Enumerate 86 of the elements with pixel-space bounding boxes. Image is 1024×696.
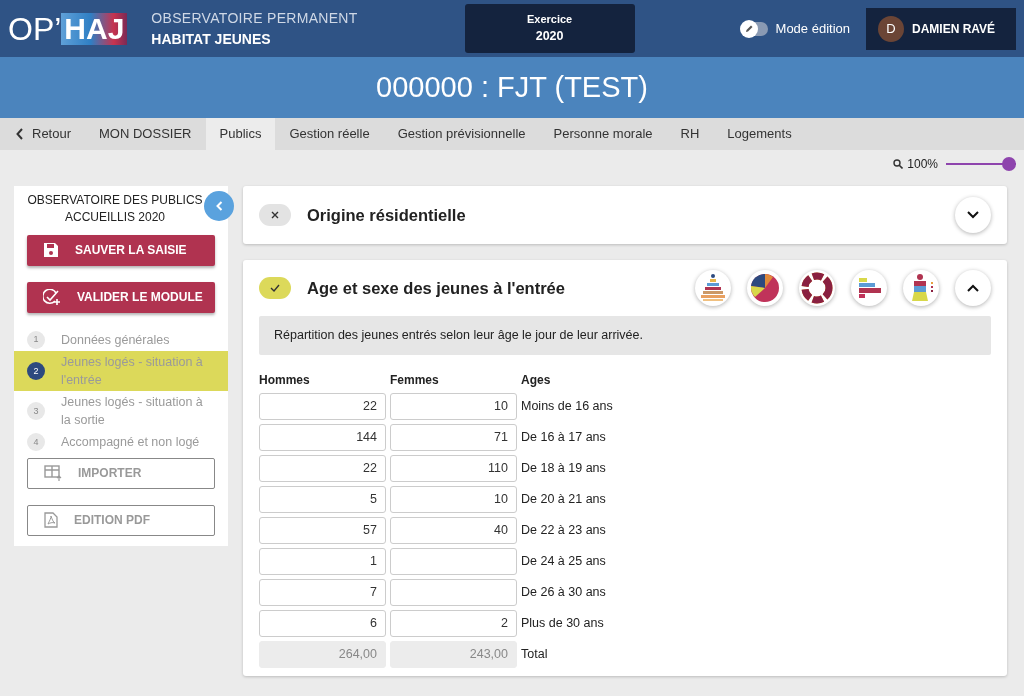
step-item[interactable]: 2 Jeunes logés - situation à l'entrée xyxy=(14,350,228,392)
page-title: 000000 : FJT (TEST) xyxy=(376,69,648,105)
check-icon xyxy=(270,284,280,292)
expand-button[interactable] xyxy=(955,270,991,306)
number-field[interactable]: 22 xyxy=(259,392,386,420)
number-field[interactable]: 71 xyxy=(390,423,517,451)
column-header: Ages xyxy=(521,371,552,389)
sidebar-title: OBSERVATOIRE DES PUBLICS ACCUEILLIS 2020 xyxy=(27,192,204,227)
step-label: Accompagné et non logé xyxy=(61,434,200,452)
nav-tab[interactable]: Publics xyxy=(205,118,276,150)
app-title: OBSERVATOIRE PERMANENT xyxy=(151,8,358,28)
edit-mode-label: Mode édition xyxy=(775,19,850,38)
age-label: De 26 à 30 ans xyxy=(521,583,606,601)
age-label: De 22 à 23 ans xyxy=(521,521,606,539)
step-number: 2 xyxy=(27,362,45,381)
close-icon xyxy=(271,211,279,219)
section-description: Répartition des jeunes entrés selon leur âge le jour de leur arrivée. xyxy=(259,316,991,355)
edit-mode-toggle[interactable] xyxy=(741,21,768,36)
number-field[interactable]: 22 xyxy=(259,454,386,482)
age-label: Moins de 16 ans xyxy=(521,397,613,415)
section-title: Age et sexe des jeunes à l'entrée xyxy=(307,277,566,299)
section-title: Origine résidentielle xyxy=(307,204,467,226)
number-field[interactable]: 57 xyxy=(259,516,386,544)
chevron-left-icon xyxy=(16,128,24,140)
table-import-icon xyxy=(44,465,62,482)
user-menu[interactable]: D DAMIEN RAVÉ xyxy=(866,7,1016,50)
number-field[interactable] xyxy=(390,547,517,575)
step-number: 4 xyxy=(27,433,45,452)
zoom-label: 100% xyxy=(907,156,938,173)
chevron-down-icon xyxy=(967,211,979,219)
age-label: De 24 à 25 ans xyxy=(521,552,606,570)
nav-tab[interactable]: Personne morale xyxy=(539,118,667,150)
number-field[interactable]: 10 xyxy=(390,485,517,513)
number-field[interactable]: 2 xyxy=(390,609,517,637)
chart-view-button[interactable] xyxy=(903,270,939,306)
nav-tab[interactable]: Gestion prévisionnelle xyxy=(383,118,540,150)
nav-tab[interactable]: MON DOSSIER xyxy=(85,118,206,150)
number-field[interactable]: 6 xyxy=(259,609,386,637)
exercise-year: 2020 xyxy=(535,28,564,46)
total-label: Total xyxy=(521,645,548,663)
validate-button[interactable]: VALIDER LE MODULE xyxy=(27,281,215,313)
number-field[interactable]: 1 xyxy=(259,547,386,575)
step-number: 3 xyxy=(27,402,45,421)
step-number: 1 xyxy=(27,330,45,349)
nav-tab[interactable]: Gestion réelle xyxy=(275,118,384,150)
number-field[interactable]: 10 xyxy=(390,392,517,420)
status-button[interactable] xyxy=(259,204,291,226)
column-header: Hommes xyxy=(259,371,311,389)
avatar: D xyxy=(878,15,904,42)
pdf-file-icon xyxy=(44,512,58,529)
number-field[interactable]: 7 xyxy=(259,578,386,606)
donut-chart-icon xyxy=(799,270,835,306)
nav-tab[interactable]: RH xyxy=(666,118,714,150)
number-field[interactable] xyxy=(390,578,517,606)
chevron-up-icon xyxy=(967,284,979,292)
status-button[interactable] xyxy=(259,277,291,299)
chevron-left-icon xyxy=(215,201,223,211)
collapse-button[interactable] xyxy=(204,191,234,221)
check-plus-icon xyxy=(43,289,61,306)
number-field[interactable]: 5 xyxy=(259,485,386,513)
logo-text: OP’ xyxy=(8,12,62,45)
app-title: HABITAT JEUNES xyxy=(151,29,272,49)
expand-button[interactable] xyxy=(955,197,991,233)
step-label: Données générales xyxy=(61,331,170,349)
age-label: De 18 à 19 ans xyxy=(521,459,606,477)
number-field[interactable]: 144 xyxy=(259,423,386,451)
chart-view-button[interactable] xyxy=(799,270,835,306)
slider-thumb[interactable] xyxy=(1002,157,1016,171)
chart-view-button[interactable] xyxy=(851,270,887,306)
nav-tab[interactable]: Logements xyxy=(713,118,806,150)
back-tab[interactable]: Retour xyxy=(0,118,86,150)
chart-view-button[interactable] xyxy=(747,270,783,306)
exercise-label: Exercice xyxy=(526,11,573,27)
zoom-icon xyxy=(893,159,904,169)
number-field[interactable]: 110 xyxy=(390,454,517,482)
save-icon xyxy=(43,242,59,259)
column-header: Femmes xyxy=(390,371,440,389)
step-label: Jeunes logés - situation à l'entrée xyxy=(61,353,204,390)
save-button[interactable]: SAUVER LA SAISIE xyxy=(27,234,215,266)
age-label: Plus de 30 ans xyxy=(521,614,604,632)
chart-view-button[interactable] xyxy=(695,270,731,306)
pencil-icon xyxy=(743,23,754,34)
age-label: De 20 à 21 ans xyxy=(521,490,606,508)
step-label: Jeunes logés - situation à la sortie xyxy=(61,394,204,430)
number-field[interactable]: 40 xyxy=(390,516,517,544)
age-label: De 16 à 17 ans xyxy=(521,428,606,446)
